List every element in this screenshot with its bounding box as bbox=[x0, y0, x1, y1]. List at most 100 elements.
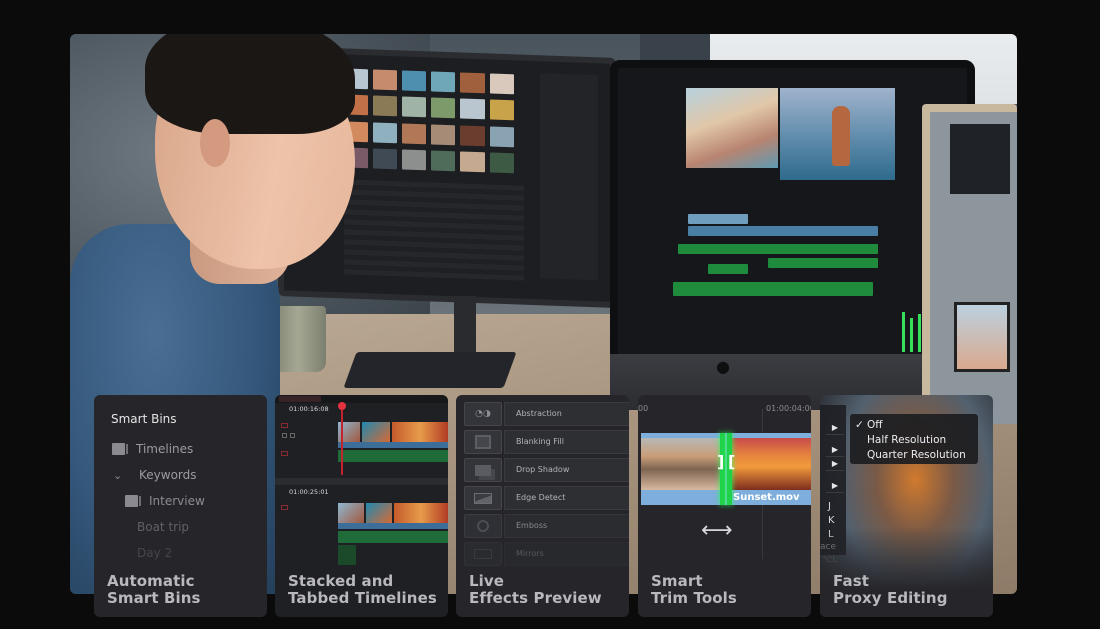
audio-clip[interactable] bbox=[338, 545, 356, 565]
bin-item-interview[interactable]: Interview bbox=[125, 494, 205, 508]
thumbnail bbox=[431, 71, 456, 93]
effect-label: Drop Shadow bbox=[504, 458, 629, 482]
bin-item-day-2[interactable]: Day 2 bbox=[137, 546, 172, 560]
bin-label: Day 2 bbox=[137, 546, 173, 560]
recorder-screen bbox=[954, 302, 1010, 372]
video-clip[interactable] bbox=[362, 422, 390, 442]
menu-item-quarter-resolution[interactable]: Quarter Resolution bbox=[855, 448, 978, 463]
mirrors-icon bbox=[464, 542, 502, 566]
waveform-monitor bbox=[950, 124, 1010, 194]
thumbnail bbox=[489, 152, 514, 174]
track-eye-icon[interactable] bbox=[290, 433, 295, 438]
effect-label: Emboss bbox=[504, 514, 629, 538]
thumbnail bbox=[401, 122, 427, 144]
menu-item-label: Quarter Resolution bbox=[867, 449, 966, 461]
video-clip[interactable] bbox=[394, 503, 448, 523]
track-record-icon[interactable] bbox=[281, 451, 288, 456]
caption-line-1: Smart bbox=[651, 572, 703, 590]
thumbnail bbox=[489, 99, 514, 121]
play-icon[interactable]: ▶ bbox=[826, 457, 844, 471]
effect-item-blanking-fill[interactable]: Blanking Fill bbox=[464, 430, 629, 454]
audio-meter bbox=[910, 318, 913, 352]
video-clip-bar bbox=[338, 523, 448, 529]
bin-item-keywords[interactable]: ⌄ Keywords bbox=[113, 468, 197, 482]
monitor-base bbox=[343, 352, 517, 388]
bin-item-timelines[interactable]: Timelines bbox=[112, 442, 193, 456]
caption-line-1: Live bbox=[469, 572, 505, 590]
edge-detect-icon bbox=[464, 486, 502, 510]
video-clip[interactable] bbox=[392, 422, 448, 442]
playhead-handle[interactable] bbox=[338, 402, 346, 410]
timeline-tab[interactable] bbox=[279, 396, 321, 402]
trim-bracket-right-icon: [ bbox=[728, 452, 736, 471]
play-icon[interactable]: ▶ bbox=[826, 421, 844, 435]
proxy-resolution-menu[interactable]: ✓ Off Half Resolution Quarter Resolution bbox=[850, 414, 978, 464]
video-clip-bar bbox=[338, 442, 448, 448]
thumbnail bbox=[460, 98, 485, 120]
timeline-viewer bbox=[780, 88, 895, 180]
audio-clip[interactable] bbox=[338, 450, 448, 462]
shortcut-key-j: J bbox=[828, 501, 831, 512]
playhead-line[interactable] bbox=[341, 405, 343, 475]
feature-card-smart-bins[interactable]: Smart Bins Timelines ⌄ Keywords Intervie… bbox=[94, 395, 267, 617]
feature-card-trim[interactable]: 00 01:00:04:00 ] [ Sunset.mov ⟷ Smart Tr… bbox=[638, 395, 811, 617]
thumbnail bbox=[431, 123, 456, 145]
effect-label: Edge Detect bbox=[504, 486, 629, 510]
bin-item-boat-trip[interactable]: Boat trip bbox=[137, 520, 189, 534]
checkmark-icon: ✓ bbox=[855, 419, 864, 431]
clip-sunset[interactable] bbox=[731, 438, 811, 490]
feature-card-proxy[interactable]: ▶ ▶ ▶ ▶ J K L ace ⌥L ✓Off Half Resolutio… bbox=[820, 395, 993, 617]
thumbnail bbox=[489, 73, 514, 95]
trim-double-arrow-icon: ⟷ bbox=[701, 518, 733, 543]
thumbnail bbox=[460, 151, 485, 173]
track-record-icon[interactable] bbox=[281, 423, 288, 428]
track-record-icon[interactable] bbox=[281, 505, 288, 510]
person-hair bbox=[145, 34, 355, 134]
effect-label: Mirrors bbox=[504, 542, 629, 566]
audio-clip[interactable] bbox=[338, 531, 448, 543]
video-clip[interactable] bbox=[366, 503, 392, 523]
menu-item-half-resolution[interactable]: Half Resolution bbox=[855, 433, 978, 448]
trim-bracket-left-icon: ] bbox=[717, 452, 725, 471]
effect-item-mirrors[interactable]: Mirrors bbox=[464, 542, 629, 566]
thumbnail bbox=[460, 72, 485, 94]
menu-item-off[interactable]: ✓ Off bbox=[855, 418, 978, 433]
caption-line-2: Proxy Editing bbox=[833, 589, 948, 607]
feature-card-effects[interactable]: ◔◑ Abstraction Blanking Fill Drop Shadow… bbox=[456, 395, 629, 617]
thumbnail bbox=[489, 125, 514, 147]
feature-card-timelines[interactable]: 01:00:16:08 01:00:25:01 Stacked and Tabb… bbox=[275, 395, 448, 617]
ruler-timecode-left: 00 bbox=[638, 404, 649, 413]
bin-label: Timelines bbox=[136, 442, 194, 456]
effect-item-drop-shadow[interactable]: Drop Shadow bbox=[464, 458, 629, 482]
caption-line-1: Stacked and bbox=[288, 572, 394, 590]
thumbnail bbox=[431, 97, 456, 119]
effect-item-edge-detect[interactable]: Edge Detect bbox=[464, 486, 629, 510]
track-lock-icon[interactable] bbox=[282, 433, 287, 438]
clip-list bbox=[344, 179, 524, 281]
thumbnail bbox=[372, 69, 397, 91]
audio-track bbox=[678, 244, 878, 254]
shortcut-key-k: K bbox=[828, 515, 835, 526]
effect-item-emboss[interactable]: Emboss bbox=[464, 514, 629, 538]
play-icon[interactable]: ▶ bbox=[826, 443, 844, 457]
timecode-top: 01:00:16:08 bbox=[289, 405, 329, 413]
effect-label: Blanking Fill bbox=[504, 430, 629, 454]
video-clip[interactable] bbox=[338, 503, 364, 523]
caption-line-1: Automatic bbox=[107, 572, 195, 590]
effect-item-abstraction[interactable]: ◔◑ Abstraction bbox=[464, 402, 629, 426]
feature-caption: Smart Trim Tools bbox=[651, 573, 737, 607]
feature-caption: Automatic Smart Bins bbox=[107, 573, 201, 607]
timecode-bottom: 01:00:25:01 bbox=[289, 488, 329, 496]
audio-track bbox=[673, 282, 873, 296]
thumbnail bbox=[460, 124, 485, 146]
caption-line-2: Effects Preview bbox=[469, 589, 602, 607]
monitor-stand bbox=[454, 296, 476, 358]
play-icon[interactable]: ▶ bbox=[826, 479, 844, 493]
clip-seagull[interactable] bbox=[641, 438, 721, 490]
chevron-down-icon: ⌄ bbox=[113, 468, 123, 482]
person-ear bbox=[200, 119, 230, 167]
thumbnail bbox=[401, 70, 427, 92]
video-track bbox=[688, 226, 878, 236]
emboss-icon bbox=[464, 514, 502, 538]
effect-label: Abstraction bbox=[504, 402, 629, 426]
